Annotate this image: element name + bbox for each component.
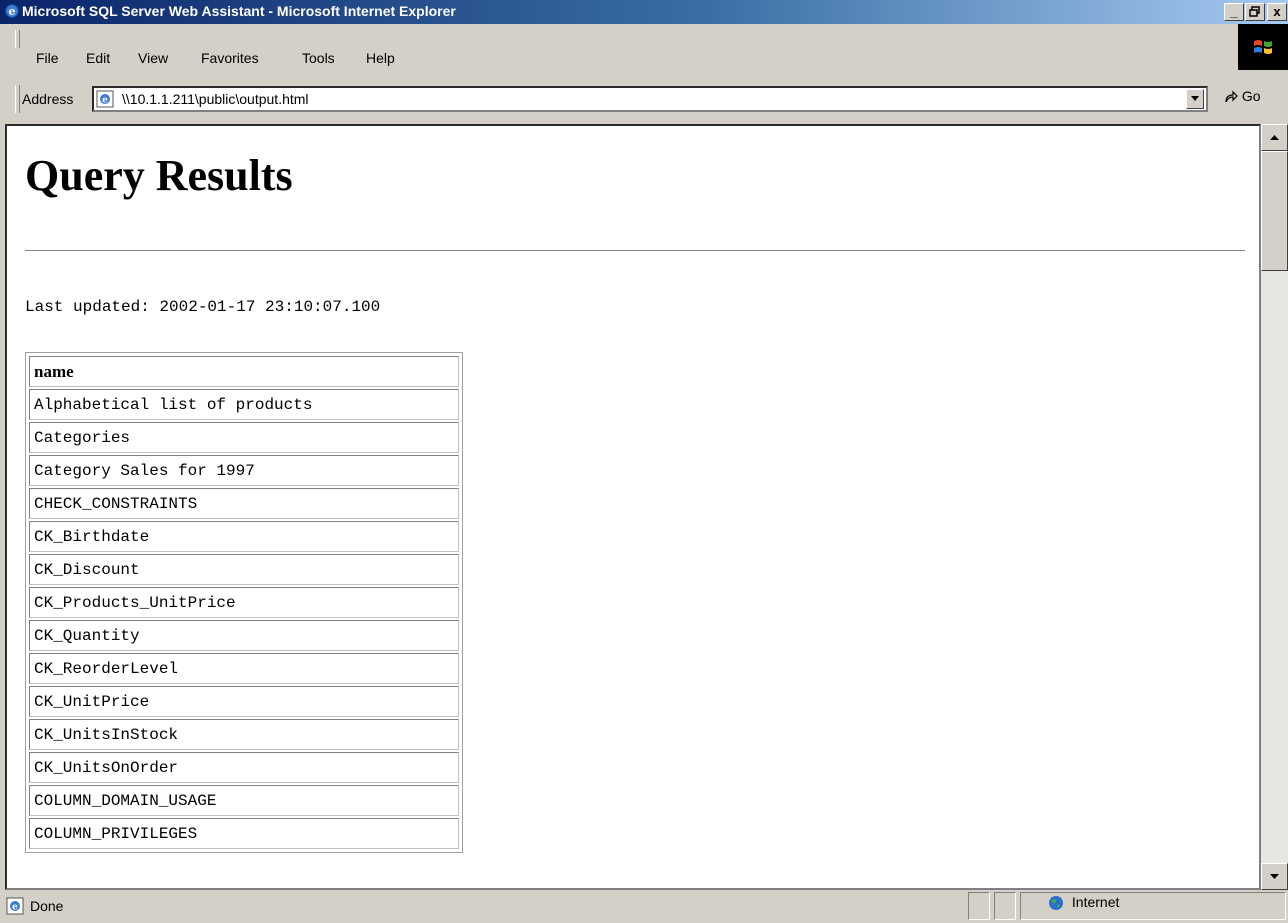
table-cell: CHECK_CONSTRAINTS [29,488,459,519]
svg-text:e: e [9,5,16,18]
table-row: CK_Quantity [29,620,459,651]
table-row: CK_Birthdate [29,521,459,552]
window-title: Microsoft SQL Server Web Assistant - Mic… [22,3,456,19]
arrow-up-icon [1270,135,1279,140]
globe-icon [1049,896,1063,911]
menu-help[interactable]: Help [366,50,395,66]
table-row: CHECK_CONSTRAINTS [29,488,459,519]
table-cell: CK_Products_UnitPrice [29,587,459,618]
windows-flag-icon [1254,40,1272,54]
menu-tools[interactable]: Tools [302,50,335,66]
table-cell: CK_UnitsOnOrder [29,752,459,783]
maximize-button[interactable] [1245,3,1265,21]
scroll-thumb[interactable] [1261,151,1288,271]
address-label: Address [22,91,74,107]
table-row: CK_UnitsInStock [29,719,459,750]
menu-favorites[interactable]: Favorites [201,50,259,66]
security-zone: Internet [1040,894,1119,911]
table-row: CK_Discount [29,554,459,585]
scroll-down-button[interactable] [1261,863,1288,890]
windows-logo [1238,24,1288,70]
address-field[interactable]: e \\10.1.1.211\public\output.html [92,86,1208,112]
table-cell: Categories [29,422,459,453]
table-row: CK_UnitsOnOrder [29,752,459,783]
close-button[interactable]: x [1267,3,1287,21]
page-icon: e [96,90,114,108]
table-row: Category Sales for 1997 [29,455,459,486]
table-cell: CK_Quantity [29,620,459,651]
table-row: CK_Products_UnitPrice [29,587,459,618]
table-cell: Category Sales for 1997 [29,455,459,486]
address-grip [15,85,20,113]
vertical-scrollbar[interactable] [1261,124,1288,890]
zone-label: Internet [1071,894,1120,910]
table-cell: CK_Discount [29,554,459,585]
go-arrow-icon [1225,90,1238,103]
table-cell: COLUMN_DOMAIN_USAGE [29,785,459,816]
status-text: Done [30,898,64,914]
ie-icon: e [5,4,19,18]
menu-edit[interactable]: Edit [86,50,110,66]
last-updated-text: Last updated: 2002-01-17 23:10:07.100 [25,298,381,316]
table-header-row: name [29,356,459,387]
column-header-name: name [29,356,459,387]
menu-file[interactable]: File [36,50,59,66]
toolbar-grip [15,30,20,48]
title-bar[interactable]: e Microsoft SQL Server Web Assistant - M… [0,0,1288,24]
address-value: \\10.1.1.211\public\output.html [122,91,309,107]
table-cell: CK_UnitsInStock [29,719,459,750]
table-row: COLUMN_PRIVILEGES [29,818,459,849]
horizontal-rule [25,250,1245,252]
address-dropdown-button[interactable] [1186,89,1204,109]
status-panel [994,892,1016,920]
arrow-down-icon [1270,874,1279,879]
table-cell: CK_ReorderLevel [29,653,459,684]
svg-text:e: e [12,903,18,913]
page-done-icon: e [6,897,24,915]
scroll-up-button[interactable] [1261,124,1288,151]
minimize-button[interactable]: _ [1224,3,1244,21]
chevron-down-icon [1191,96,1199,101]
table-row: Categories [29,422,459,453]
menu-bar: File Edit View Favorites Tools Help [0,24,1288,72]
page-title: Query Results [25,151,293,200]
go-button[interactable]: Go [1224,88,1261,104]
table-row: COLUMN_DOMAIN_USAGE [29,785,459,816]
table-cell: COLUMN_PRIVILEGES [29,818,459,849]
table-cell: CK_Birthdate [29,521,459,552]
menu-view[interactable]: View [138,50,168,66]
table-row: CK_ReorderLevel [29,653,459,684]
status-panel [968,892,990,920]
go-label: Go [1241,88,1261,104]
svg-text:e: e [102,96,108,106]
table-cell: Alphabetical list of products [29,389,459,420]
table-cell: CK_UnitPrice [29,686,459,717]
status-bar: e Done Internet [0,890,1288,923]
table-row: CK_UnitPrice [29,686,459,717]
restore-icon [1249,6,1260,17]
results-table: name Alphabetical list of products Catego… [25,352,463,853]
page-content: Query Results Last updated: 2002-01-17 2… [5,124,1261,890]
table-row: Alphabetical list of products [29,389,459,420]
